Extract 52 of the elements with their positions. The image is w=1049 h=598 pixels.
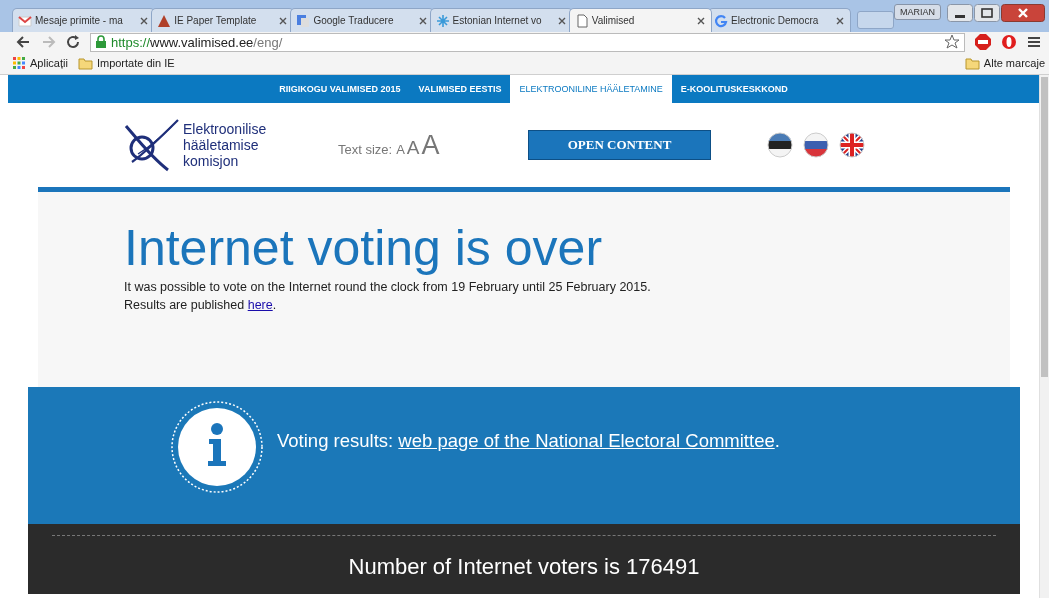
snowflake-icon [435, 13, 450, 28]
scroll-thumb[interactable] [1041, 77, 1048, 377]
results-link[interactable]: here [247, 298, 273, 312]
nav-tab[interactable]: E-KOOLITUSKESKKOND [671, 75, 797, 103]
close-icon[interactable] [835, 15, 846, 26]
text-size-option[interactable]: A [406, 136, 420, 159]
page-heading: Internet voting is over [124, 220, 604, 276]
close-icon[interactable] [278, 15, 289, 26]
folder-icon [964, 56, 980, 70]
nav-tab[interactable]: RIIGIKOGU VALIMISED 2015 [270, 75, 410, 103]
close-icon[interactable] [139, 15, 150, 26]
browser-tab[interactable]: Valimised [568, 8, 712, 32]
triangle-icon [157, 13, 172, 28]
text-size-option[interactable]: A [421, 129, 440, 161]
close-icon[interactable] [696, 15, 706, 26]
results-text: Voting results: web page of the National Electoral Committee. [277, 429, 780, 452]
bookmark[interactable]: Aplicații [12, 56, 68, 70]
logo-text: Elektroonilise hääletamise komisjon [183, 121, 267, 169]
apps-icon [12, 56, 26, 70]
body-text: Results are published here. [124, 299, 278, 312]
nav-tab[interactable]: ELEKTROONILINE HÄÄLETAMINE [510, 75, 672, 103]
committee-link[interactable]: web page of the National Electoral Committee [398, 429, 775, 451]
voter-count: Number of Internet voters is 176491 [347, 554, 701, 580]
back-icon[interactable] [16, 35, 31, 49]
text-size-label: Text size: [338, 141, 393, 157]
open-content-button[interactable]: OPEN CONTENT [528, 130, 711, 160]
close-button[interactable] [1000, 4, 1045, 22]
menu-icon[interactable] [1027, 35, 1041, 49]
bookmark[interactable]: Alte marcaje [964, 56, 1045, 70]
bookmark[interactable]: Importate din IE [77, 56, 175, 70]
maximize-button[interactable] [973, 4, 1000, 22]
g-icon [714, 13, 728, 28]
translate-icon [296, 13, 311, 28]
minimize-button[interactable] [946, 4, 973, 22]
flag-icon[interactable] [839, 132, 865, 158]
mail-icon [18, 13, 32, 28]
info-icon [171, 400, 263, 493]
close-icon[interactable] [556, 15, 567, 26]
user-badge[interactable]: MARIAN [893, 4, 941, 20]
close-icon[interactable] [417, 15, 428, 26]
nav-tab[interactable]: VALIMISED EESTIS [409, 75, 511, 103]
text-size-option[interactable]: A [396, 141, 405, 157]
page-icon [574, 13, 589, 28]
star-icon[interactable] [944, 34, 960, 50]
address-field[interactable]: https://www.valimised.ee/eng/ [90, 32, 965, 52]
lock-icon [95, 35, 107, 49]
reload-icon[interactable] [66, 35, 80, 49]
stop-sign-icon[interactable] [975, 34, 991, 50]
body-text: It was possible to vote on the Internet round the clock from 19 February until 25 February 2015. [124, 281, 652, 294]
scrollbar[interactable] [1039, 75, 1049, 598]
folder-icon [77, 56, 93, 70]
logo-icon [124, 118, 180, 172]
